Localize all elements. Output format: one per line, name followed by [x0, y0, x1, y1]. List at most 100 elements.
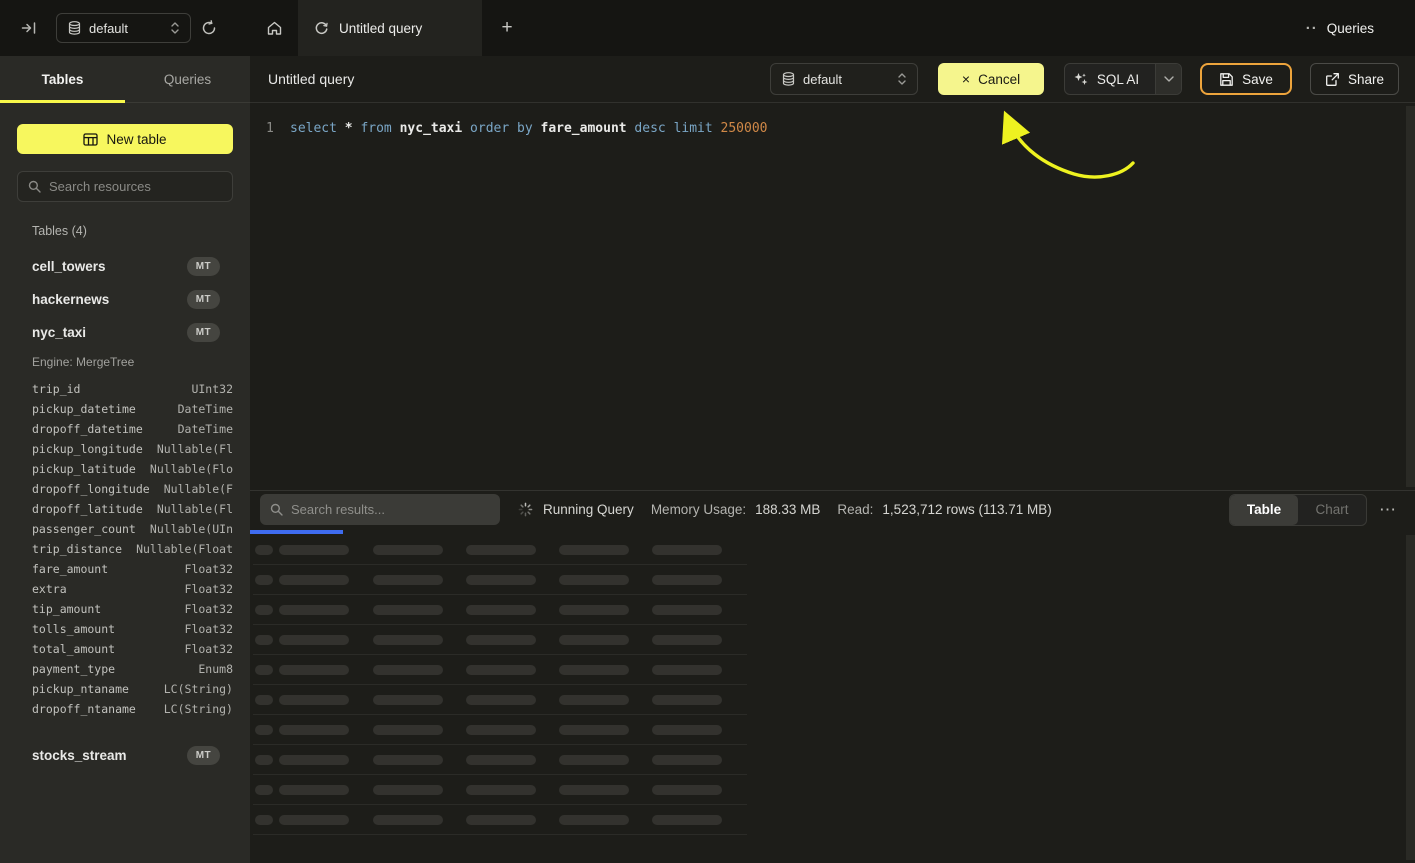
queries-link[interactable]: ·· Queries: [1306, 0, 1415, 56]
results-scrollbar[interactable]: [1406, 535, 1415, 860]
column-row: dropoff_latitudeNullable(Fl: [17, 499, 233, 519]
save-button-label: Save: [1242, 72, 1273, 87]
skeleton-cell: [255, 815, 273, 825]
skeleton-cell: [652, 755, 722, 765]
column-type: Nullable(Fl: [157, 502, 233, 516]
skeleton-row: [253, 625, 747, 655]
column-type: LC(String): [164, 682, 233, 696]
column-row: payment_typeEnum8: [17, 659, 233, 679]
tab-untitled-query[interactable]: Untitled query: [298, 0, 482, 56]
status-text: Running Query: [543, 502, 634, 517]
column-name: payment_type: [32, 662, 115, 676]
editor-scrollbar[interactable]: [1406, 106, 1415, 487]
table-row-hackernews[interactable]: hackernewsMT: [17, 283, 233, 316]
sidebar-tab-tables[interactable]: Tables: [0, 56, 125, 102]
chevron-updown-icon: [170, 21, 180, 35]
sql-ai-main[interactable]: SQL AI: [1065, 64, 1147, 94]
results-search-input[interactable]: [291, 502, 490, 517]
skeleton-cell: [652, 635, 722, 645]
home-tab[interactable]: [250, 0, 298, 56]
query-database-selector-value: default: [803, 72, 889, 87]
line-number: 1: [266, 119, 290, 138]
skeleton-cell: [373, 635, 443, 645]
share-icon: [1325, 72, 1340, 87]
query-database-selector[interactable]: default: [770, 63, 918, 95]
skeleton-cell: [466, 605, 536, 615]
resource-search-input[interactable]: [49, 179, 222, 194]
column-row: pickup_longitudeNullable(Fl: [17, 439, 233, 459]
resource-search: [17, 171, 233, 202]
skeleton-row: [253, 655, 747, 685]
chevron-updown-icon: [897, 72, 907, 86]
column-type: LC(String): [164, 702, 233, 716]
skeleton-cell: [466, 545, 536, 555]
skeleton-cell: [559, 695, 629, 705]
table-engine-label: Engine: MergeTree: [17, 349, 233, 375]
query-progress-bar: [250, 530, 343, 534]
sidebar-tab-queries[interactable]: Queries: [125, 56, 250, 102]
column-type: Float32: [185, 562, 233, 576]
skeleton-cell: [255, 695, 273, 705]
cancel-button[interactable]: × Cancel: [938, 63, 1044, 95]
top-bar-spacer: [532, 0, 1306, 56]
read-label: Read:: [837, 502, 873, 517]
skeleton-cell: [559, 635, 629, 645]
column-name: pickup_latitude: [32, 462, 136, 476]
new-table-button[interactable]: New table: [17, 124, 233, 154]
column-name: trip_distance: [32, 542, 122, 556]
save-button[interactable]: Save: [1200, 63, 1292, 95]
table-row-nyc_taxi[interactable]: nyc_taxiMT: [17, 316, 233, 349]
skeleton-cell: [652, 815, 722, 825]
column-name: pickup_longitude: [32, 442, 143, 456]
share-button[interactable]: Share: [1310, 63, 1399, 95]
table-name: hackernews: [32, 292, 109, 307]
view-toggle-chart[interactable]: Chart: [1298, 495, 1366, 525]
chevron-down-icon: [1164, 76, 1174, 82]
new-table-label: New table: [106, 132, 166, 147]
skeleton-cell: [652, 575, 722, 585]
column-type: Float32: [185, 602, 233, 616]
refresh-icon[interactable]: [201, 20, 217, 36]
database-selector[interactable]: default: [56, 13, 191, 43]
table-row-cell_towers[interactable]: cell_towersMT: [17, 250, 233, 283]
skeleton-cell: [279, 575, 349, 585]
database-icon: [68, 21, 81, 35]
sql-editor[interactable]: 1 select * from nyc_taxi order by fare_a…: [250, 103, 1415, 490]
skeleton-cell: [652, 695, 722, 705]
column-row: pickup_latitude Nullable(Flo: [17, 459, 233, 479]
column-name: passenger_count: [32, 522, 136, 536]
more-options-button[interactable]: ⋯: [1379, 501, 1397, 518]
column-type: UInt32: [191, 382, 233, 396]
column-name: tolls_amount: [32, 622, 115, 636]
column-row: dropoff_longitudeNullable(F: [17, 479, 233, 499]
skeleton-cell: [652, 605, 722, 615]
skeleton-row: [253, 685, 747, 715]
plus-icon: +: [501, 17, 512, 39]
sql-ai-button[interactable]: SQL AI: [1064, 63, 1182, 95]
skeleton-cell: [279, 635, 349, 645]
query-status: Running Query: [518, 502, 634, 517]
skeleton-row: [253, 535, 747, 565]
view-toggle-table[interactable]: Table: [1230, 495, 1298, 525]
skeleton-cell: [466, 815, 536, 825]
collapse-sidebar-icon[interactable]: [21, 20, 37, 36]
table-row-stocks_stream[interactable]: stocks_streamMT: [17, 739, 233, 772]
sql-ai-dropdown[interactable]: [1155, 64, 1181, 94]
skeleton-cell: [373, 545, 443, 555]
skeleton-cell: [559, 755, 629, 765]
column-type: Nullable(Flo: [150, 462, 233, 476]
table-engine-badge: MT: [187, 746, 220, 765]
skeleton-cell: [559, 545, 629, 555]
column-name: extra: [32, 582, 67, 596]
skeleton-cell: [559, 815, 629, 825]
loading-spinner-icon: [518, 502, 533, 517]
skeleton-row: [253, 595, 747, 625]
column-name: pickup_datetime: [32, 402, 136, 416]
tab-title: Untitled query: [339, 21, 422, 36]
column-row: extraFloat32: [17, 579, 233, 599]
sidebar-tabs: TablesQueries: [0, 56, 250, 103]
skeleton-cell: [255, 635, 273, 645]
top-bar: default: [0, 0, 1415, 56]
new-tab-button[interactable]: +: [482, 0, 532, 56]
column-row: passenger_countNullable(UIn: [17, 519, 233, 539]
